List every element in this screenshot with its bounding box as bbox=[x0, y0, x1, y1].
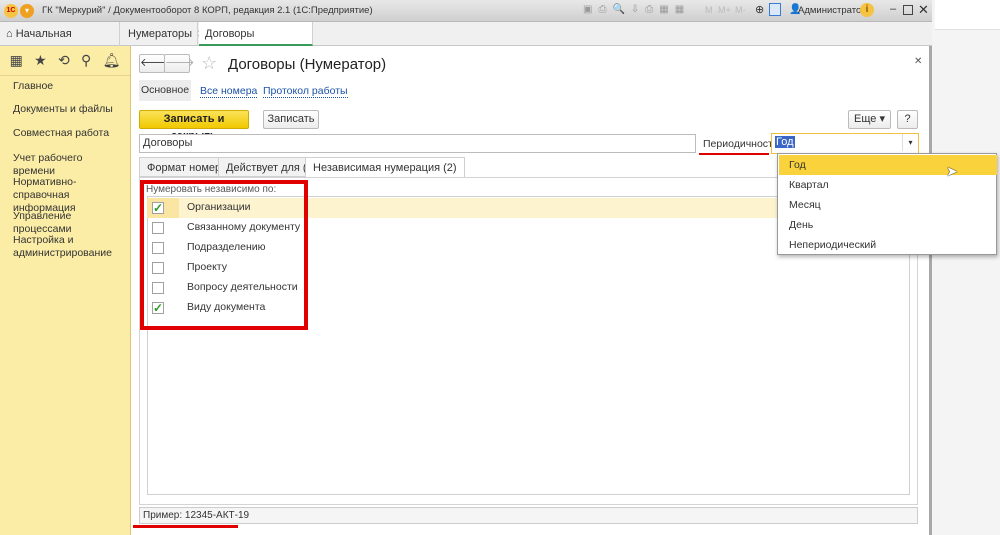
example-text: Пример: 12345-АКТ-19 bbox=[143, 510, 250, 521]
more-label: Еще bbox=[854, 113, 877, 125]
periodicity-dropdown: Год Квартал Месяц День Непериодический ➤ bbox=[777, 153, 997, 255]
close-window-icon[interactable]: ✕ bbox=[918, 2, 929, 18]
tab-home[interactable]: ⌂ Начальная страница bbox=[0, 22, 120, 64]
home-icon: ⌂ bbox=[6, 28, 13, 40]
sidebar-item-settings[interactable]: Настройка и администрирование bbox=[13, 234, 125, 260]
memory-m[interactable]: M bbox=[705, 5, 713, 15]
maximize-icon[interactable] bbox=[903, 5, 913, 15]
sidebar-item-main[interactable]: Главное bbox=[13, 80, 125, 93]
favorite-star-icon[interactable]: ☆ bbox=[201, 53, 217, 74]
save-button[interactable]: Записать bbox=[263, 110, 319, 129]
sidebar-item-time[interactable]: Учет рабочего времени bbox=[13, 152, 125, 178]
red-underline bbox=[699, 153, 769, 155]
page-title: Договоры (Нумератор) bbox=[228, 56, 387, 73]
dropdown-option-year[interactable]: Год bbox=[779, 155, 997, 175]
sidebar-item-documents[interactable]: Документы и файлы bbox=[13, 103, 125, 116]
panel-icon[interactable] bbox=[769, 3, 781, 16]
more-button[interactable]: Еще ▾ bbox=[848, 110, 891, 129]
user-name[interactable]: Администратор bbox=[798, 5, 867, 16]
info-icon[interactable]: i bbox=[860, 3, 874, 17]
title-bar: 1С ▾ ГК "Меркурий" / Документооборот 8 К… bbox=[0, 0, 932, 22]
subtab-protocol[interactable]: Протокол работы bbox=[263, 85, 348, 98]
apps-grid-icon[interactable]: ▦ bbox=[10, 52, 23, 69]
background bbox=[935, 0, 1000, 535]
example-field: Пример: 12345-АКТ-19 bbox=[139, 507, 918, 524]
tab-independent-numbering[interactable]: Независимая нумерация (2) bbox=[305, 157, 465, 178]
red-highlight-box bbox=[140, 180, 308, 330]
back-button[interactable]: 🡐 bbox=[139, 54, 170, 73]
app-logo-icon: 1С bbox=[4, 4, 18, 18]
mouse-cursor-icon: ➤ bbox=[946, 163, 958, 179]
subtab-main[interactable]: Основное bbox=[139, 80, 191, 101]
tab-contracts-numerator[interactable]: Договоры (Нумератор)✕ bbox=[199, 22, 313, 64]
dropdown-option-day[interactable]: День bbox=[779, 215, 997, 235]
subtab-all-numbers[interactable]: Все номера bbox=[200, 85, 258, 98]
dropdown-option-month[interactable]: Месяц bbox=[779, 195, 997, 215]
chevron-down-icon[interactable]: ▾ bbox=[902, 134, 918, 151]
bell-icon[interactable]: 🔔︎ bbox=[103, 52, 121, 69]
tab-label: Нумераторы bbox=[128, 28, 193, 40]
help-button[interactable]: ? bbox=[897, 110, 918, 129]
dropdown-option-quarter[interactable]: Квартал bbox=[779, 175, 997, 195]
minimize-icon[interactable]: – bbox=[890, 3, 896, 15]
sidebar-item-collaboration[interactable]: Совместная работа bbox=[13, 127, 125, 140]
history-icon[interactable]: ⟲ bbox=[58, 52, 70, 69]
memory-mminus[interactable]: M- bbox=[735, 5, 746, 15]
window-tabs: ⌂ Начальная страница Нумераторы✕ Договор… bbox=[0, 22, 932, 64]
save-and-close-button[interactable]: Записать и закрыть bbox=[139, 110, 249, 142]
favorites-star-icon[interactable]: ★ bbox=[34, 52, 47, 69]
red-underline bbox=[133, 525, 238, 528]
tab-numerators[interactable]: Нумераторы✕ bbox=[122, 22, 205, 46]
main-menu-icon[interactable]: ▾ bbox=[20, 4, 34, 18]
dropdown-option-nonperiodic[interactable]: Непериодический bbox=[779, 235, 997, 255]
search-icon[interactable]: ⚲ bbox=[81, 52, 91, 69]
forward-button[interactable]: 🡒 bbox=[164, 54, 195, 73]
memory-mplus[interactable]: M+ bbox=[718, 5, 731, 15]
periodicity-label: Периодичность: bbox=[703, 138, 782, 150]
toolbar-icons[interactable]: ▣⎙🔍⇩⎙▦▦ bbox=[583, 4, 690, 15]
app-title: ГК "Меркурий" / Документооборот 8 КОРП, … bbox=[42, 5, 373, 16]
close-form-icon[interactable]: ✕ bbox=[914, 56, 922, 67]
zoom-icon[interactable]: ⊕ bbox=[755, 3, 764, 16]
sidebar: ▦ ★ ⟲ ⚲ 🔔︎ Главное Документы и файлы Сов… bbox=[0, 46, 131, 535]
periodicity-value: Год bbox=[775, 136, 795, 148]
periodicity-select[interactable]: Год ▾ bbox=[771, 133, 919, 154]
name-input[interactable]: Договоры bbox=[139, 134, 696, 153]
sidebar-item-processes[interactable]: Управление процессами bbox=[13, 210, 125, 236]
